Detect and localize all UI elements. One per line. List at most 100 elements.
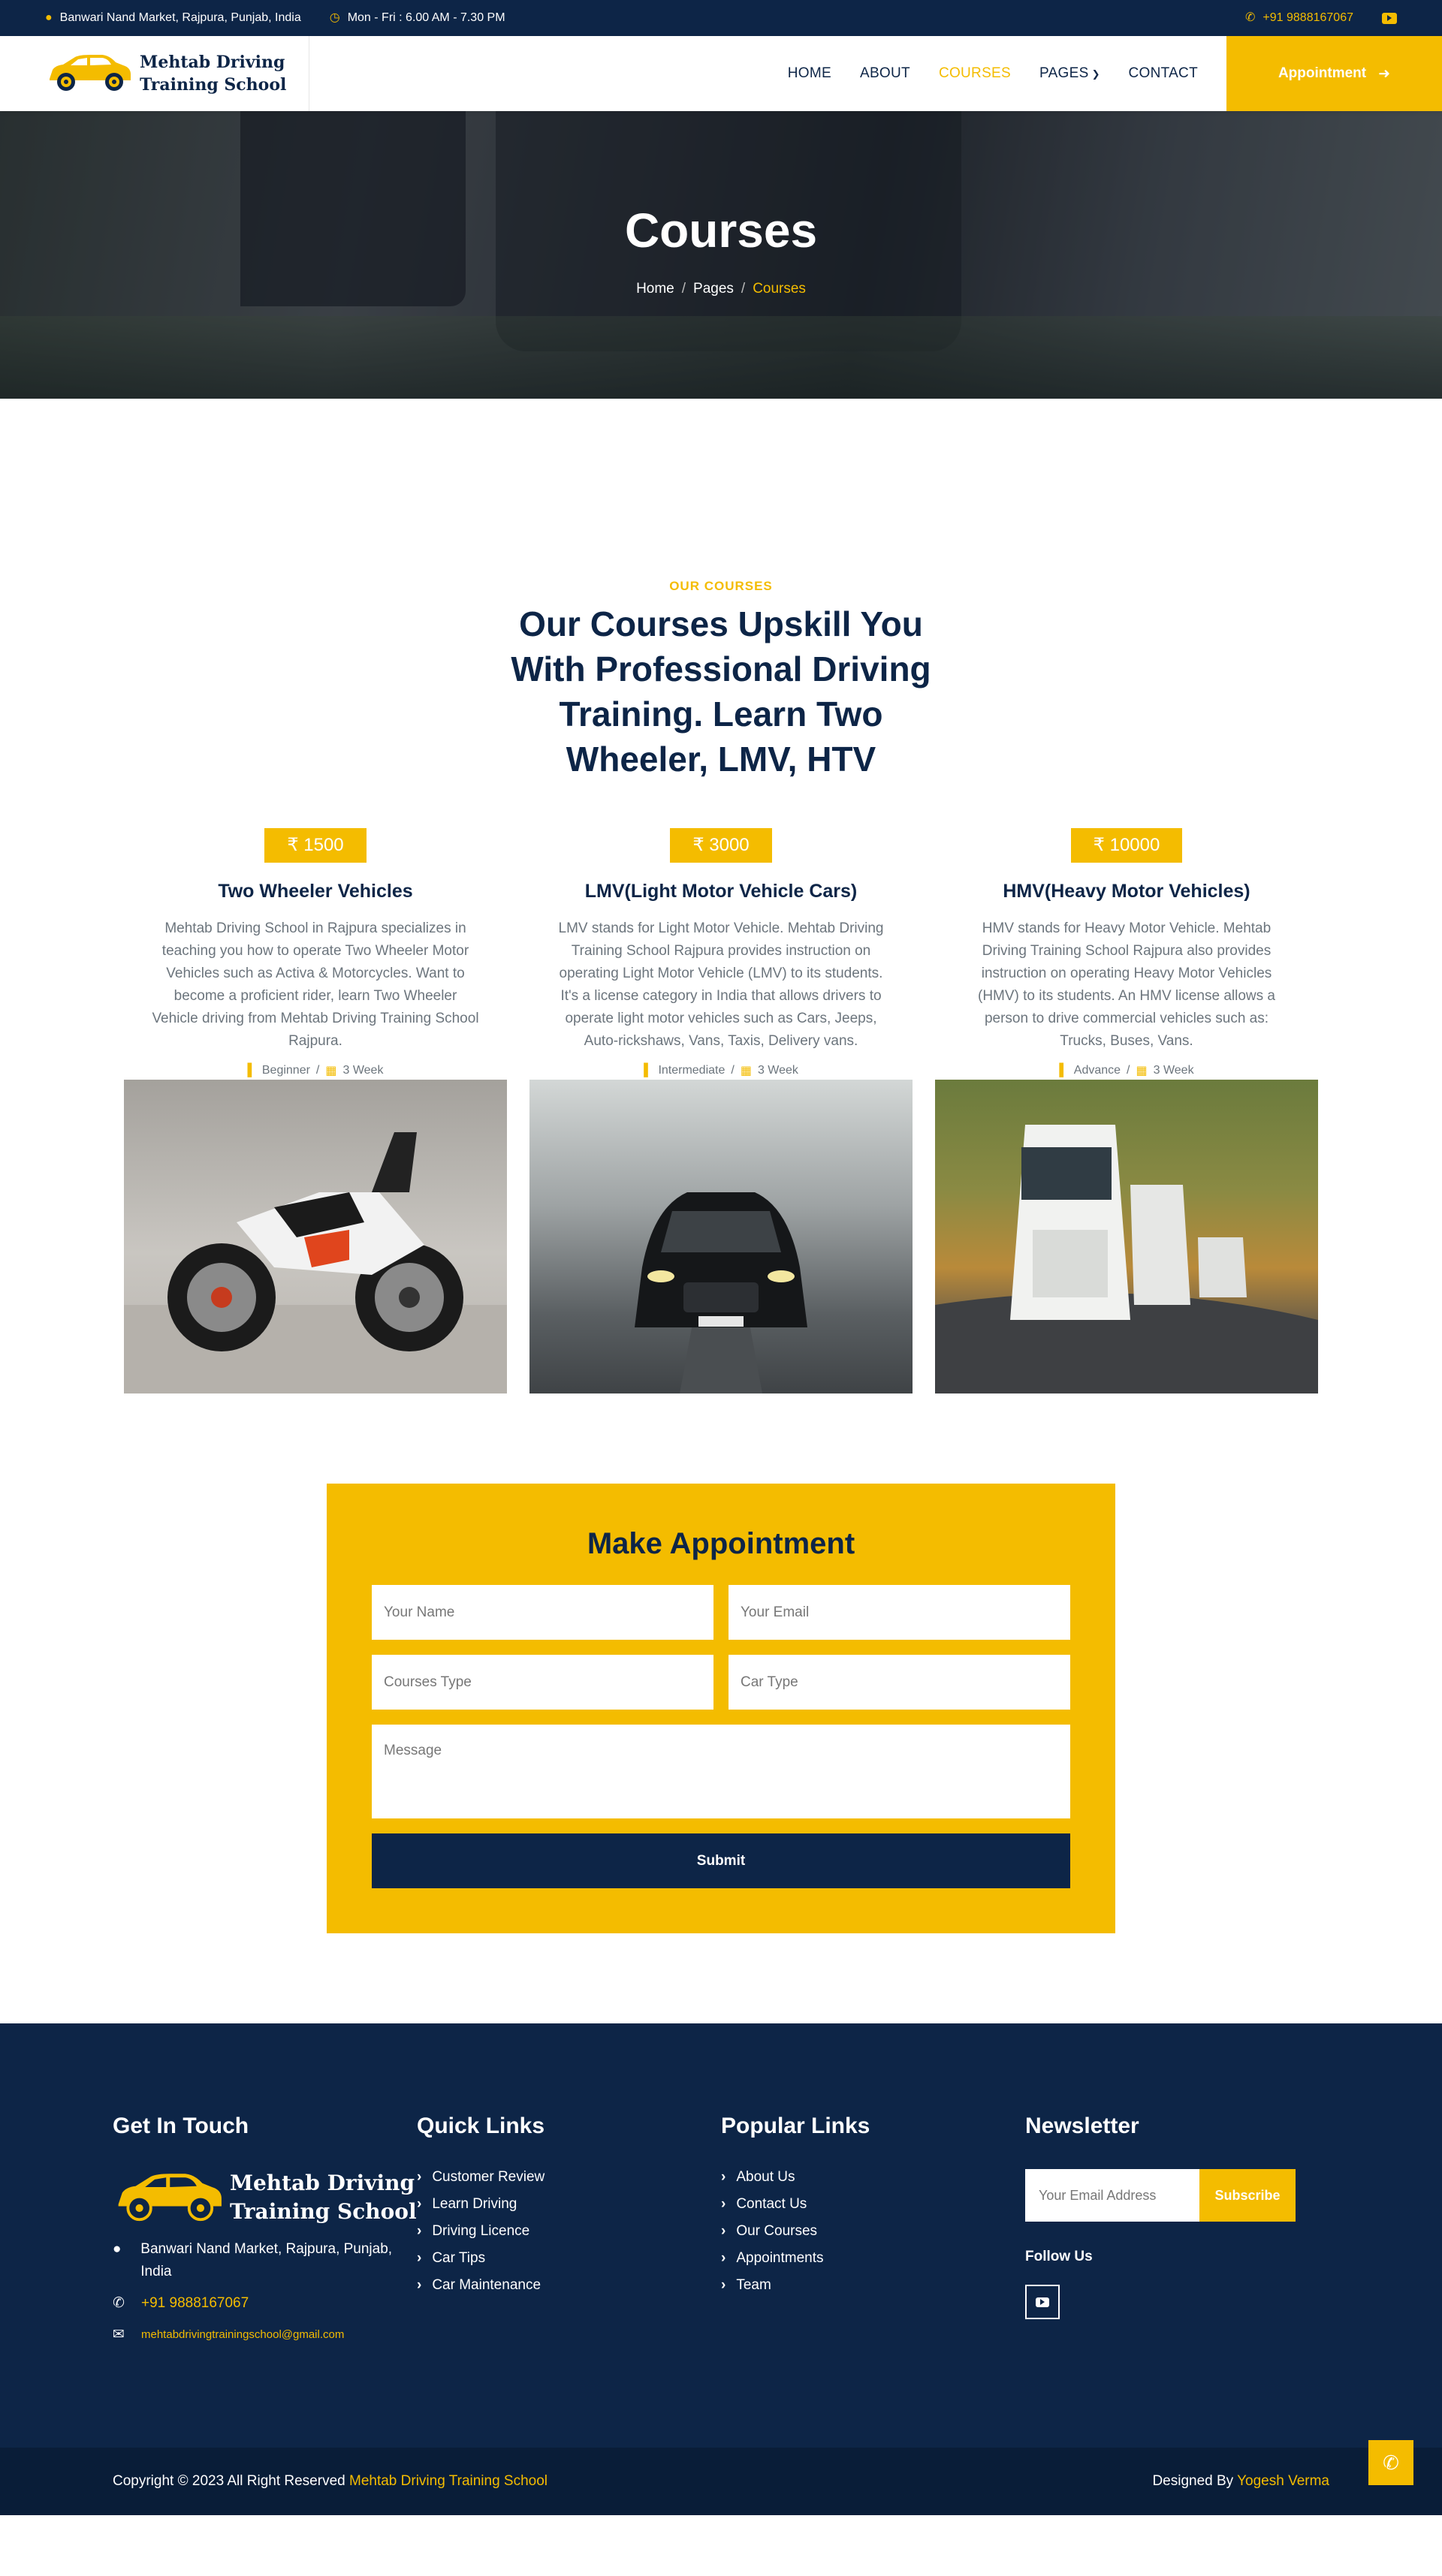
signal-icon: ▌ bbox=[1059, 1064, 1068, 1077]
footer-brand[interactable]: Mehtab Driving Training School bbox=[113, 2169, 417, 2226]
topbar-hours: Mon - Fri : 6.00 AM - 7.30 PM bbox=[347, 11, 505, 24]
youtube-link[interactable] bbox=[1025, 2285, 1060, 2319]
map-marker-icon: ● bbox=[45, 11, 53, 24]
map-marker-icon: ● bbox=[113, 2241, 122, 2257]
footer-link[interactable]: › Car Maintenance bbox=[417, 2277, 721, 2294]
nav-courses[interactable]: COURSES bbox=[939, 65, 1011, 82]
footer-email[interactable]: mehtabdrivingtrainingschool@gmail.com bbox=[141, 2324, 344, 2346]
footer-link[interactable]: › About Us bbox=[721, 2169, 1025, 2186]
car-type-input[interactable]: Car Type bbox=[729, 1655, 1070, 1710]
course-description: Mehtab Driving School in Rajpura special… bbox=[152, 920, 479, 1049]
footer-link[interactable]: › Driving Licence bbox=[417, 2223, 721, 2240]
appointment-button-label: Appointment bbox=[1278, 65, 1367, 81]
brand-line-2: Training School bbox=[140, 75, 287, 95]
nav-about[interactable]: ABOUT bbox=[860, 65, 910, 82]
breadcrumb-home[interactable]: Home bbox=[636, 281, 674, 297]
footer-link[interactable]: › Learn Driving bbox=[417, 2196, 721, 2213]
course-title[interactable]: Two Wheeler Vehicles bbox=[124, 881, 507, 902]
clock-icon: ◷ bbox=[329, 11, 340, 24]
footer-link[interactable]: › Appointments bbox=[721, 2250, 1025, 2267]
footer-link-label: Car Tips bbox=[432, 2250, 486, 2266]
course-title[interactable]: LMV(Light Motor Vehicle Cars) bbox=[529, 881, 913, 902]
main-nav: HOME ABOUT COURSES PAGES ❯ CONTACT bbox=[309, 36, 1226, 111]
footer-popular-links: Popular Links › About Us › Contact Us › Our… bbox=[721, 2114, 1025, 2355]
nav-pages-dropdown[interactable]: PAGES ❯ bbox=[1039, 65, 1100, 82]
site-header: Mehtab Driving Training School HOME ABOU… bbox=[0, 36, 1442, 111]
course-duration: 3 Week bbox=[757, 1064, 798, 1077]
nav-contact[interactable]: CONTACT bbox=[1128, 65, 1198, 82]
footer-address-row: ● Banwari Nand Market, Rajpura, Punjab, … bbox=[113, 2238, 417, 2283]
breadcrumb-pages[interactable]: Pages bbox=[693, 281, 734, 297]
floating-call-button[interactable]: ✆ bbox=[1368, 2440, 1413, 2485]
car-logo-icon bbox=[50, 55, 131, 91]
motorcycle-illustration bbox=[124, 1132, 507, 1393]
footer-heading: Newsletter bbox=[1025, 2114, 1139, 2138]
newsletter-email-input[interactable]: Your Email Address bbox=[1025, 2169, 1199, 2222]
footer-email-row[interactable]: ✉ mehtabdrivingtrainingschool@gmail.com bbox=[113, 2324, 417, 2346]
footer-phone-row[interactable]: ✆ +91 9888167067 bbox=[113, 2292, 417, 2315]
arrow-right-icon: ➜ bbox=[1378, 65, 1391, 82]
footer-heading: Get In Touch bbox=[113, 2114, 249, 2138]
footer-link[interactable]: › Car Tips bbox=[417, 2250, 721, 2267]
chevron-right-icon: › bbox=[417, 2277, 422, 2293]
footer-contact: Get In Touch Mehtab Driving Training Sch… bbox=[113, 2114, 417, 2355]
course-card: ₹ 10000 HMV(Heavy Motor Vehicles) HMV st… bbox=[935, 828, 1318, 1078]
footer-link[interactable]: › Team bbox=[721, 2277, 1025, 2294]
chevron-right-icon: › bbox=[417, 2250, 422, 2266]
copyright-bar: Copyright © 2023 All Right Reserved Meht… bbox=[0, 2440, 1442, 2515]
form-fields: Your Name Your Email Courses Type Car Ty… bbox=[372, 1585, 1070, 1888]
topbar-phone[interactable]: +91 9888167067 bbox=[1263, 11, 1353, 25]
address-info: ● Banwari Nand Market, Rajpura, Punjab, … bbox=[45, 11, 301, 25]
youtube-icon[interactable] bbox=[1382, 12, 1397, 24]
submit-button[interactable]: Submit bbox=[372, 1833, 1070, 1888]
top-bar: ● Banwari Nand Market, Rajpura, Punjab, … bbox=[0, 0, 1442, 36]
nav-pages[interactable]: PAGES bbox=[1039, 65, 1089, 81]
course-price: ₹ 1500 bbox=[264, 828, 367, 863]
truck-image[interactable] bbox=[935, 1080, 1318, 1393]
motorcycle-image[interactable] bbox=[124, 1080, 507, 1393]
phone-info[interactable]: ✆ +91 9888167067 bbox=[1245, 11, 1353, 25]
message-textarea[interactable]: Message bbox=[372, 1725, 1070, 1818]
footer-link[interactable]: › Customer Review bbox=[417, 2169, 721, 2186]
footer-newsletter: Newsletter Your Email Address Subscribe … bbox=[1025, 2114, 1329, 2355]
meta-separator: / bbox=[1127, 1064, 1130, 1077]
footer-quick-links: Quick Links › Customer Review › Learn Driv… bbox=[417, 2114, 721, 2355]
copyright-text: Copyright © 2023 All Right Reserved Meht… bbox=[113, 2473, 548, 2490]
copyright-label: Copyright © 2023 All Right Reserved bbox=[113, 2473, 345, 2489]
chevron-right-icon: › bbox=[721, 2169, 726, 2185]
signal-icon: ▌ bbox=[644, 1064, 653, 1077]
footer-phone[interactable]: +91 9888167067 bbox=[141, 2292, 249, 2315]
brand-logo[interactable]: Mehtab Driving Training School bbox=[0, 36, 309, 111]
brand-line-2: Training School bbox=[230, 2199, 417, 2224]
course-meta: ▌ Intermediate / ▦ 3 Week bbox=[529, 1063, 913, 1078]
page-title: Courses bbox=[624, 203, 818, 258]
appointment-title: Make Appointment bbox=[587, 1527, 855, 1560]
footer-link[interactable]: › Our Courses bbox=[721, 2223, 1025, 2240]
phone-icon: ✆ bbox=[113, 2295, 125, 2311]
footer-link-label: Appointments bbox=[736, 2250, 824, 2266]
email-input[interactable]: Your Email bbox=[729, 1585, 1070, 1640]
footer-link[interactable]: › Contact Us bbox=[721, 2196, 1025, 2213]
breadcrumb: Home / Pages / Courses bbox=[0, 281, 1442, 297]
chevron-right-icon: › bbox=[417, 2223, 422, 2239]
section-title: Our Courses Upskill You With Professiona… bbox=[511, 604, 931, 779]
copyright-school-link[interactable]: Mehtab Driving Training School bbox=[349, 2473, 548, 2489]
nav-home[interactable]: HOME bbox=[788, 65, 831, 82]
appointment-button[interactable]: Appointment ➜ bbox=[1226, 36, 1442, 111]
name-input[interactable]: Your Name bbox=[372, 1585, 713, 1640]
course-type-input[interactable]: Courses Type bbox=[372, 1655, 713, 1710]
youtube-icon bbox=[1036, 2297, 1049, 2307]
meta-separator: / bbox=[315, 1064, 320, 1077]
hero-content: Courses Home / Pages / Courses bbox=[0, 203, 1442, 297]
meta-separator: / bbox=[731, 1064, 735, 1077]
designed-by-label: Designed By bbox=[1152, 2473, 1234, 2489]
course-level: Intermediate bbox=[658, 1064, 726, 1077]
calendar-icon: ▦ bbox=[325, 1065, 337, 1077]
car-image[interactable] bbox=[529, 1080, 913, 1393]
course-title[interactable]: HMV(Heavy Motor Vehicles) bbox=[935, 881, 1318, 902]
course-card: ₹ 3000 LMV(Light Motor Vehicle Cars) LMV… bbox=[529, 828, 913, 1078]
footer-link-label: Driving Licence bbox=[432, 2223, 530, 2239]
designer-link[interactable]: Yogesh Verma bbox=[1237, 2473, 1329, 2489]
newsletter-form: Your Email Address Subscribe bbox=[1025, 2169, 1296, 2222]
subscribe-button[interactable]: Subscribe bbox=[1199, 2169, 1296, 2222]
